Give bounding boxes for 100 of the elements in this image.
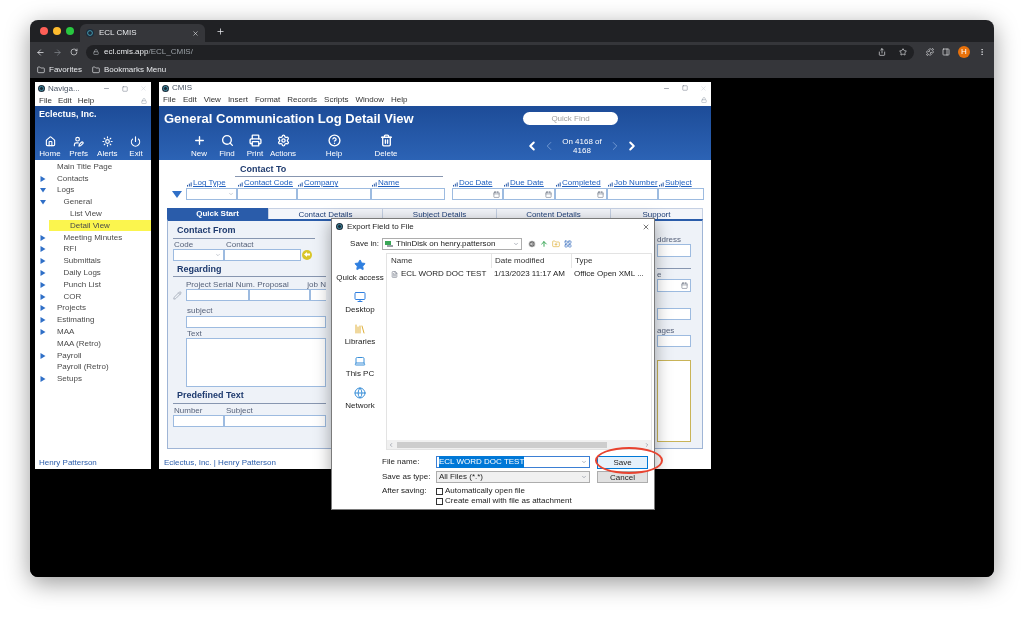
date-field[interactable]	[657, 279, 691, 293]
expand-arrow-icon[interactable]	[40, 175, 46, 182]
expand-arrow-icon[interactable]	[40, 352, 46, 359]
tree-item[interactable]: Logs	[49, 185, 151, 196]
tree-item[interactable]: Detail View	[49, 220, 151, 232]
toolbar-button[interactable]: Prefs	[65, 136, 92, 158]
toolbar-button[interactable]: Home	[37, 136, 63, 158]
menu-icon[interactable]	[978, 48, 986, 56]
collapse-arrow-icon[interactable]	[40, 199, 46, 206]
input-field[interactable]	[657, 308, 691, 321]
tree-item[interactable]: Projects	[49, 302, 151, 314]
menu-item[interactable]: Format	[254, 94, 281, 107]
tree-item[interactable]: RFI	[49, 243, 151, 255]
input-field[interactable]	[371, 188, 445, 201]
share-icon[interactable]	[878, 48, 886, 56]
tree-item[interactable]: Punch List	[49, 279, 151, 291]
tree-item[interactable]: Daily Logs	[49, 267, 151, 279]
checkbox[interactable]	[436, 497, 443, 505]
new-folder-icon[interactable]	[552, 239, 560, 248]
pencil-icon[interactable]	[173, 290, 182, 300]
scrollbar-track[interactable]	[387, 440, 651, 449]
tree-item[interactable]: Contacts	[49, 173, 151, 185]
bookmark-star-icon[interactable]	[899, 48, 907, 56]
text-area[interactable]	[186, 338, 326, 388]
date-field[interactable]	[503, 188, 555, 201]
close-icon[interactable]	[192, 29, 199, 37]
expand-arrow-icon[interactable]	[172, 191, 182, 199]
dropdown-field[interactable]	[173, 248, 224, 261]
expand-arrow-icon[interactable]	[40, 246, 46, 253]
menu-item[interactable]: Insert	[227, 94, 248, 107]
address-bar[interactable]: ecl.cmis.app/ECL_CMIS/	[86, 44, 914, 60]
toolbar-button[interactable]: Alerts	[94, 136, 121, 158]
minimize-icon[interactable]	[103, 85, 110, 92]
help-button[interactable]: Help	[320, 133, 348, 158]
place-shortcut[interactable]: Quick access	[336, 259, 384, 287]
column-header[interactable]: Type	[571, 254, 651, 268]
back-icon[interactable]	[36, 47, 45, 57]
place-shortcut[interactable]: Libraries	[344, 323, 376, 351]
tree-item[interactable]: Estimating	[49, 314, 151, 326]
menu-item[interactable]: Scripts	[324, 94, 349, 107]
tree-item[interactable]: Payroll	[49, 350, 151, 362]
actions-button[interactable]: Actions	[269, 133, 297, 158]
maximize-icon[interactable]	[122, 85, 128, 92]
input-field[interactable]	[297, 188, 371, 201]
column-link[interactable]: Due Date	[510, 178, 544, 188]
tree-item[interactable]: Payroll (Retro)	[49, 361, 151, 373]
expand-arrow-icon[interactable]	[40, 329, 46, 336]
input-field[interactable]	[607, 188, 658, 201]
view-menu-icon[interactable]	[564, 239, 572, 248]
menu-item[interactable]: Edit	[182, 94, 197, 107]
input-field[interactable]	[657, 335, 691, 348]
file-name-field[interactable]: ECL WORD DOC TEST	[436, 456, 590, 468]
cancel-button[interactable]: Cancel	[597, 471, 648, 483]
date-field[interactable]	[555, 188, 607, 201]
column-link[interactable]: Log Type	[193, 178, 226, 188]
tree-item[interactable]: MAA	[49, 326, 151, 338]
maximize-icon[interactable]	[682, 85, 688, 92]
forward-icon[interactable]	[53, 47, 62, 57]
file-type-dropdown[interactable]: All Files (*.*)	[436, 471, 590, 483]
tree-item[interactable]: Main Title Page	[49, 161, 151, 173]
back-icon[interactable]	[528, 239, 536, 248]
scrollbar-thumb[interactable]	[397, 441, 607, 448]
menu-item[interactable]: View	[203, 94, 221, 107]
column-link[interactable]: Company	[304, 178, 339, 188]
tree-item[interactable]: Submittals	[49, 255, 151, 267]
tree-item[interactable]: List View	[49, 208, 151, 220]
expand-arrow-icon[interactable]	[40, 305, 46, 312]
tree-item[interactable]: COR	[49, 291, 151, 303]
quick-find-field[interactable]: Quick Find	[523, 112, 618, 126]
up-folder-icon[interactable]	[540, 239, 548, 248]
place-shortcut[interactable]: This PC	[345, 355, 375, 383]
input-field[interactable]	[248, 289, 311, 302]
collapse-arrow-icon[interactable]	[40, 187, 46, 194]
expand-arrow-icon[interactable]	[40, 258, 46, 265]
browser-tab[interactable]: ECL CMIS	[80, 24, 205, 42]
tree-item[interactable]: Setups	[49, 373, 151, 385]
menu-item[interactable]: Records	[287, 94, 318, 107]
column-link[interactable]: Name	[378, 178, 400, 188]
column-link[interactable]: Subject	[665, 178, 692, 188]
folder-dropdown[interactable]: ThinDisk on henry.patterson	[382, 237, 522, 250]
scroll-left-icon[interactable]	[388, 441, 394, 448]
expand-arrow-icon[interactable]	[40, 234, 46, 241]
input-field[interactable]	[657, 244, 691, 258]
column-link[interactable]: Job Number	[614, 178, 658, 188]
option-label[interactable]: Automatically open file	[445, 485, 526, 497]
dropdown-field[interactable]	[186, 188, 237, 201]
menu-item[interactable]: Window	[355, 94, 384, 107]
side-panel-icon[interactable]	[942, 48, 950, 56]
delete-button[interactable]: Delete	[372, 133, 400, 158]
input-field[interactable]	[658, 188, 704, 201]
print-button[interactable]: Print	[241, 133, 269, 158]
menu-item[interactable]: File	[39, 94, 52, 107]
close-icon[interactable]	[642, 222, 650, 231]
checkbox[interactable]	[436, 487, 443, 495]
input-field[interactable]	[224, 248, 301, 261]
arrow-left-circle-icon[interactable]	[302, 249, 312, 260]
input-field[interactable]	[185, 289, 249, 302]
expand-arrow-icon[interactable]	[40, 376, 46, 383]
input-field[interactable]	[310, 289, 326, 302]
bookmark-folder[interactable]: Bookmarks Menu	[91, 64, 167, 76]
